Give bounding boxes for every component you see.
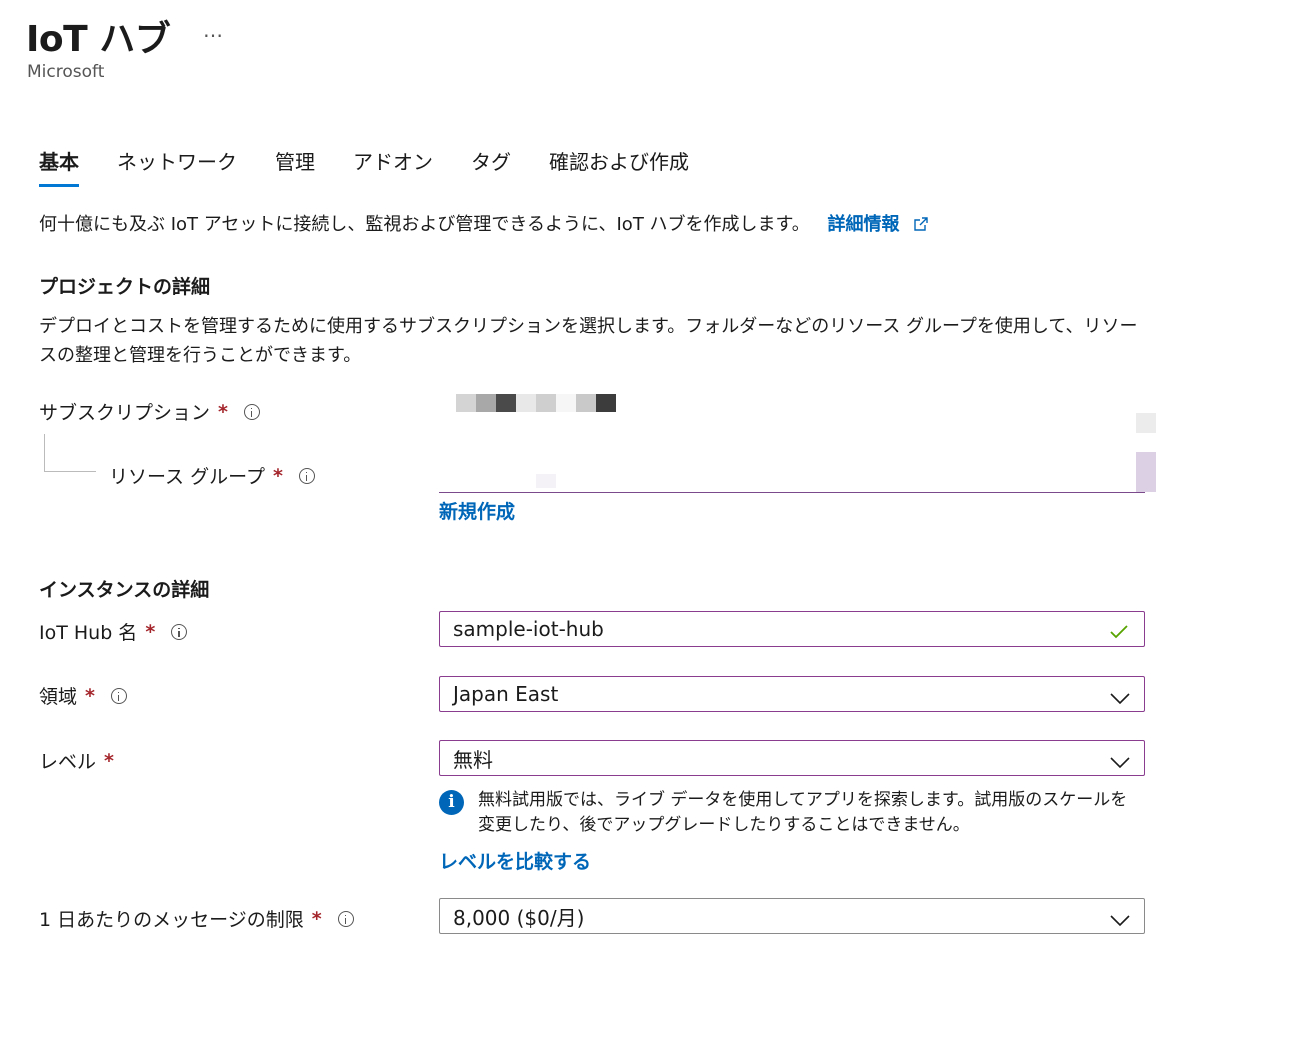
daily-limit-select[interactable]: 8,000 ($0/月) (439, 898, 1145, 934)
info-icon[interactable] (298, 467, 315, 484)
tab-addons[interactable]: アドオン (353, 146, 433, 188)
redacted-block (1136, 452, 1156, 492)
tier-select[interactable]: 無料 (439, 740, 1145, 776)
chevron-down-icon[interactable] (1110, 686, 1130, 710)
info-icon[interactable] (337, 910, 354, 927)
more-icon[interactable]: … (203, 18, 223, 42)
subscription-value-redacted[interactable] (456, 394, 616, 412)
compare-tiers-link[interactable]: レベルを比較する (439, 847, 591, 874)
tier-info-box: i 無料試用版では、ライブ データを使用してアプリを探索します。試用版のスケール… (439, 788, 1129, 838)
create-new-resource-group-link[interactable]: 新規作成 (439, 497, 515, 524)
checkmark-icon (1110, 621, 1128, 645)
tab-network[interactable]: ネットワーク (117, 146, 237, 188)
redacted-block (536, 474, 556, 488)
chevron-down-icon[interactable] (1110, 908, 1130, 932)
info-icon[interactable] (171, 623, 188, 640)
required-marker: * (218, 400, 228, 423)
region-select[interactable]: Japan East (439, 676, 1145, 712)
region-label-row: 領域 * (39, 682, 127, 709)
instance-details-heading: インスタンスの詳細 (39, 579, 210, 601)
intro-text: 何十億にも及ぶ IoT アセットに接続し、監視および管理できるように、IoT ハ… (39, 214, 810, 235)
required-marker: * (145, 620, 156, 643)
info-icon[interactable] (243, 403, 260, 420)
resource-group-label: リソース グループ (109, 466, 265, 488)
required-marker: * (85, 684, 95, 707)
required-marker: * (104, 749, 114, 772)
publisher-label: Microsoft (27, 62, 105, 82)
tier-info-text: 無料試用版では、ライブ データを使用してアプリを探索します。試用版のスケールを変… (478, 790, 1128, 835)
resource-group-select[interactable] (439, 492, 1145, 493)
tab-basics[interactable]: 基本 (39, 146, 79, 188)
intro-description: 何十億にも及ぶ IoT アセットに接続し、監視および管理できるように、IoT ハ… (39, 210, 929, 237)
info-filled-icon: i (439, 790, 464, 815)
region-label: 領域 (39, 686, 78, 708)
daily-limit-value: 8,000 ($0/月) (453, 905, 585, 930)
tab-management[interactable]: 管理 (275, 146, 315, 188)
tab-tags[interactable]: タグ (471, 146, 511, 188)
tab-bar: 基本 ネットワーク 管理 アドオン タグ 確認および作成 (39, 146, 727, 190)
tree-connector (44, 471, 96, 472)
learn-more-link[interactable]: 詳細情報 (827, 214, 899, 235)
tree-connector (44, 434, 45, 471)
required-marker: * (311, 907, 322, 930)
page-title: IoT ハブ (26, 19, 171, 60)
tier-label-row: レベル * (39, 747, 114, 774)
hub-name-label-row: IoT Hub 名 * (39, 618, 188, 645)
chevron-down-icon[interactable] (1110, 750, 1130, 774)
project-details-heading: プロジェクトの詳細 (39, 276, 211, 298)
hub-name-value: sample-iot-hub (453, 617, 604, 641)
required-marker: * (272, 464, 283, 487)
redacted-block (1136, 413, 1156, 433)
hub-name-label: IoT Hub 名 (39, 622, 138, 644)
info-icon[interactable] (110, 687, 127, 704)
tier-label: レベル (39, 751, 97, 773)
project-details-description: デプロイとコストを管理するために使用するサブスクリプションを選択します。フォルダ… (39, 316, 1138, 366)
daily-limit-label: 1 日あたりのメッセージの制限 (39, 909, 304, 931)
external-link-icon[interactable] (913, 216, 929, 237)
tier-value: 無料 (453, 747, 493, 772)
subscription-label-row: サブスクリプション * (39, 398, 260, 425)
hub-name-input[interactable]: sample-iot-hub (439, 611, 1145, 647)
tab-review-create[interactable]: 確認および作成 (549, 146, 689, 188)
subscription-label: サブスクリプション (39, 402, 211, 424)
region-value: Japan East (453, 682, 559, 706)
resource-group-label-row: リソース グループ * (109, 462, 315, 489)
daily-limit-label-row: 1 日あたりのメッセージの制限 * (39, 905, 354, 932)
